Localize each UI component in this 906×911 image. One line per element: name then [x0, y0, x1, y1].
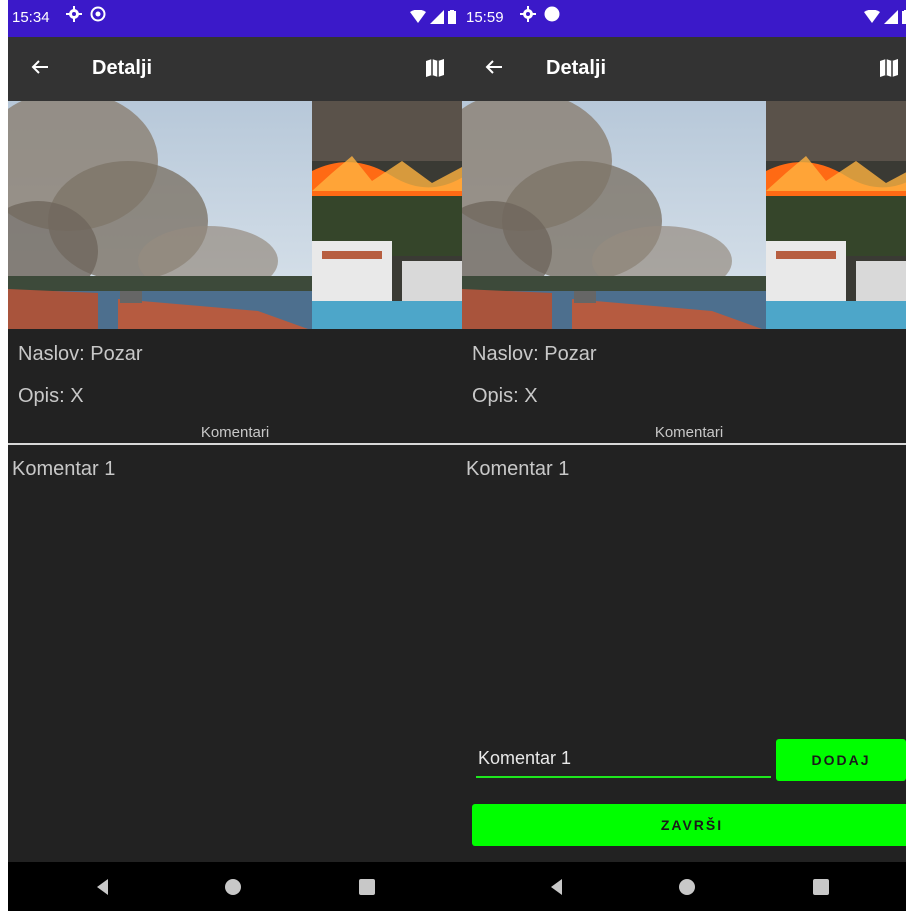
fire-photo[interactable] [312, 101, 462, 329]
nav-back-icon[interactable] [546, 876, 568, 898]
add-comment-button[interactable]: DODAJ [776, 739, 906, 781]
comment-item: Komentar 1 [12, 458, 116, 480]
screen-right: 15:59 Detalji Naslov: Pozar Opis: X Kome… [462, 0, 906, 911]
status-time: 15:59 [466, 9, 504, 26]
status-bar: 15:34 [8, 0, 462, 37]
photo-gallery[interactable] [462, 101, 906, 329]
description-label: Opis: [18, 385, 65, 407]
smoke-photo[interactable] [462, 101, 766, 329]
location-icon [90, 6, 106, 22]
title-value: Pozar [90, 343, 143, 365]
battery-icon [448, 10, 456, 24]
comment-input[interactable] [476, 740, 771, 776]
gear-icon [66, 6, 82, 22]
description-value: X [70, 385, 84, 407]
comments-heading: Komentari [200, 424, 270, 441]
title-label: Naslov: [18, 343, 85, 365]
nav-recent-icon[interactable] [810, 876, 832, 898]
photo-gallery[interactable] [8, 101, 462, 329]
page-title: Detalji [92, 57, 153, 79]
description-line: Opis: X [472, 385, 906, 408]
comment-input-wrapper [476, 740, 771, 778]
gear-icon [520, 6, 536, 22]
system-nav-bar [8, 862, 462, 911]
comments-heading: Komentari [654, 424, 724, 441]
description-label: Opis: [472, 385, 519, 407]
description-value: X [524, 385, 538, 407]
fire-photo[interactable] [766, 101, 906, 329]
title-label: Naslov: [472, 343, 539, 365]
status-bar: 15:59 [462, 0, 906, 37]
map-icon[interactable] [424, 57, 446, 79]
system-nav-bar [462, 862, 906, 911]
record-dot-icon [544, 6, 560, 22]
nav-home-icon[interactable] [222, 876, 244, 898]
wifi-icon [410, 10, 426, 23]
title-line: Naslov: Pozar [472, 343, 906, 366]
divider [8, 443, 462, 445]
nav-back-icon[interactable] [92, 876, 114, 898]
back-arrow-icon[interactable] [482, 55, 506, 79]
signal-icon [884, 10, 898, 24]
page-title: Detalji [546, 57, 607, 79]
status-time: 15:34 [12, 9, 50, 26]
description-line: Opis: X [18, 385, 462, 408]
app-bar: Detalji [462, 37, 906, 101]
back-arrow-icon[interactable] [28, 55, 52, 79]
map-icon[interactable] [878, 57, 900, 79]
title-value: Pozar [544, 343, 597, 365]
smoke-photo[interactable] [8, 101, 312, 329]
nav-recent-icon[interactable] [356, 876, 378, 898]
signal-icon [430, 10, 444, 24]
battery-icon [902, 10, 906, 24]
wifi-icon [864, 10, 880, 23]
screen-left: 15:34 Detalji Naslov: Pozar Opis: X Kome… [8, 0, 462, 911]
comment-item: Komentar 1 [466, 458, 570, 480]
title-line: Naslov: Pozar [18, 343, 462, 366]
divider [462, 443, 906, 445]
finish-button[interactable]: ZAVRŠI [472, 804, 906, 846]
nav-home-icon[interactable] [676, 876, 698, 898]
app-bar: Detalji [8, 37, 462, 101]
